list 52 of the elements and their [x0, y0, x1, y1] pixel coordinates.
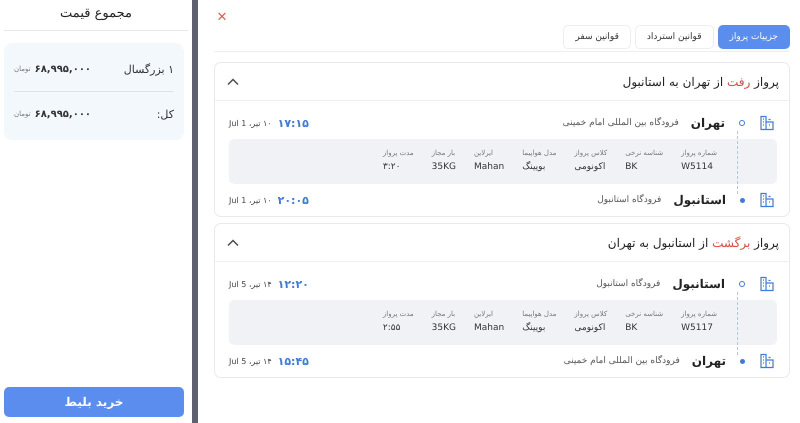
chevron-icon[interactable]	[227, 78, 239, 86]
detail-value: بویینگ	[522, 162, 546, 172]
flight-title: پرواز رفت از تهران به استانبول	[622, 74, 779, 88]
building-icon	[759, 115, 775, 131]
departure-time: ۱۵:۴۵	[278, 354, 309, 368]
detail-value: اکونومی	[574, 162, 606, 172]
chevron-icon[interactable]	[227, 238, 239, 246]
detail-value: BK	[625, 323, 638, 333]
detail-value: Mahan	[474, 323, 504, 333]
detail-value: 35KG	[432, 162, 456, 172]
building-icon	[759, 353, 775, 369]
departure-time: ۱۷:۱۵	[278, 116, 309, 130]
flight-date: ۱۰ تیر، Jul 1	[229, 118, 272, 128]
price-label: ۱ بزرگسال	[124, 62, 174, 76]
building-icon	[759, 192, 775, 208]
departure-time: ۱۲:۲۰	[278, 278, 309, 290]
airport-name: فرودگاه استانبول	[597, 195, 662, 205]
building-icon	[759, 276, 775, 292]
detail-value: بویینگ	[522, 323, 546, 333]
detail-value: اکونومی	[574, 323, 606, 333]
flight-title: پرواز برگشت از استانبول به تهران	[608, 236, 779, 250]
flight-date: ۱۴ تیر، Jul 5	[229, 280, 272, 288]
city-name: تهران	[690, 116, 725, 130]
tab[interactable]: جزییات پرواز	[718, 25, 790, 49]
close-button[interactable]: ×	[214, 8, 230, 25]
flight-date: ۱۴ تیر، Jul 5	[229, 356, 272, 366]
price-amount: ۶۸,۹۹۵,۰۰۰	[34, 64, 92, 74]
city-name: استانبول	[673, 193, 726, 207]
price-amount: ۶۸,۹۹۵,۰۰۰	[34, 108, 92, 120]
flight-date: ۱۰ تیر، Jul 1	[229, 196, 272, 204]
timeline-dot	[740, 198, 745, 202]
airport-name: فرودگاه بین المللی امام خمینی	[562, 118, 679, 128]
buy-ticket-button[interactable]: خرید بلیط	[4, 387, 184, 417]
detail-value: 35KG	[432, 323, 456, 333]
detail-value: BK	[625, 162, 638, 172]
timeline-dot	[740, 358, 745, 364]
panel-title: مجموع قیمت	[4, 0, 188, 31]
detail-value: ۲:۵۵	[382, 323, 400, 333]
timeline-dot	[739, 120, 745, 126]
detail-value: W5117	[681, 323, 713, 333]
detail-value: Mahan	[474, 162, 504, 172]
tab[interactable]: قوانین سفر	[563, 25, 631, 49]
detail-value: W5114	[681, 162, 713, 172]
departure-time: ۲۰:۰۵	[278, 194, 309, 206]
airport-name: فرودگاه بین المللی امام خمینی	[564, 356, 680, 366]
price-label: کل:	[156, 108, 174, 120]
detail-value: ۳:۲۰	[382, 162, 400, 172]
tab[interactable]: قوانین استرداد	[634, 25, 714, 49]
city-name: تهران	[692, 354, 726, 368]
city-name: استانبول	[672, 277, 725, 291]
airport-name: فرودگاه استانبول	[596, 279, 660, 289]
timeline-dot	[739, 281, 745, 287]
